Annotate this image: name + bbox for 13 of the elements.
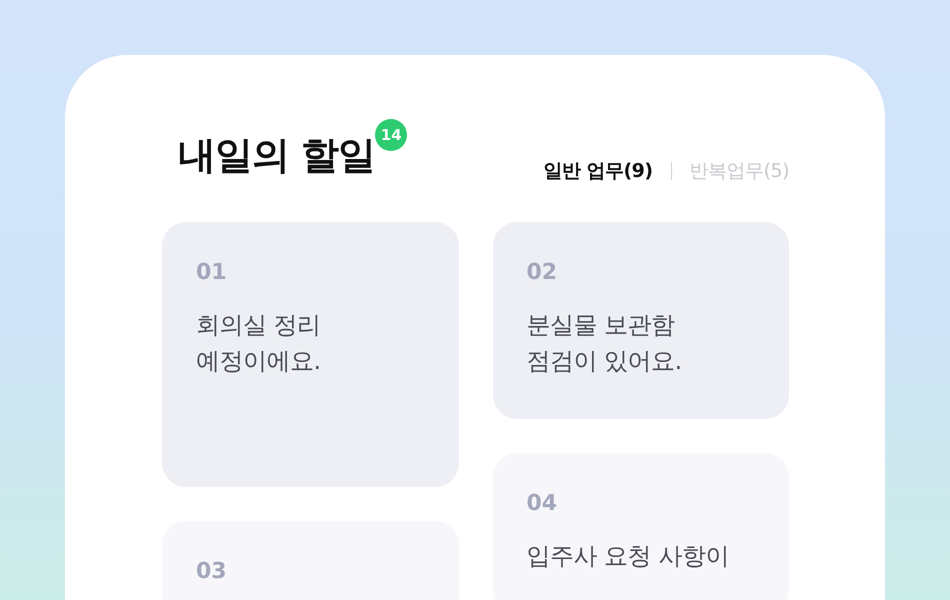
task-card[interactable]: 04 입주사 요청 사항이 — [492, 453, 789, 600]
task-number: 03 — [196, 558, 228, 586]
task-description: 분실물 보관함 점검이 있어요. — [526, 310, 683, 377]
task-number: 01 — [196, 259, 228, 287]
tab[interactable]: 일반 업무(9) — [543, 157, 653, 186]
task-card[interactable]: 01 회의실 정리 예정이에요. — [162, 222, 458, 487]
task-description: 입주사 요청 사항이 — [526, 541, 730, 572]
task-number: 02 — [526, 259, 558, 287]
page-title: 내일의 할일 — [178, 132, 376, 179]
task-card[interactable]: 02 분실물 보관함 점검이 있어요. — [492, 222, 789, 419]
task-description: 회의실 정리 예정이에요. — [196, 310, 322, 377]
count-badge: 14 — [375, 119, 408, 151]
task-number: 04 — [526, 490, 558, 518]
